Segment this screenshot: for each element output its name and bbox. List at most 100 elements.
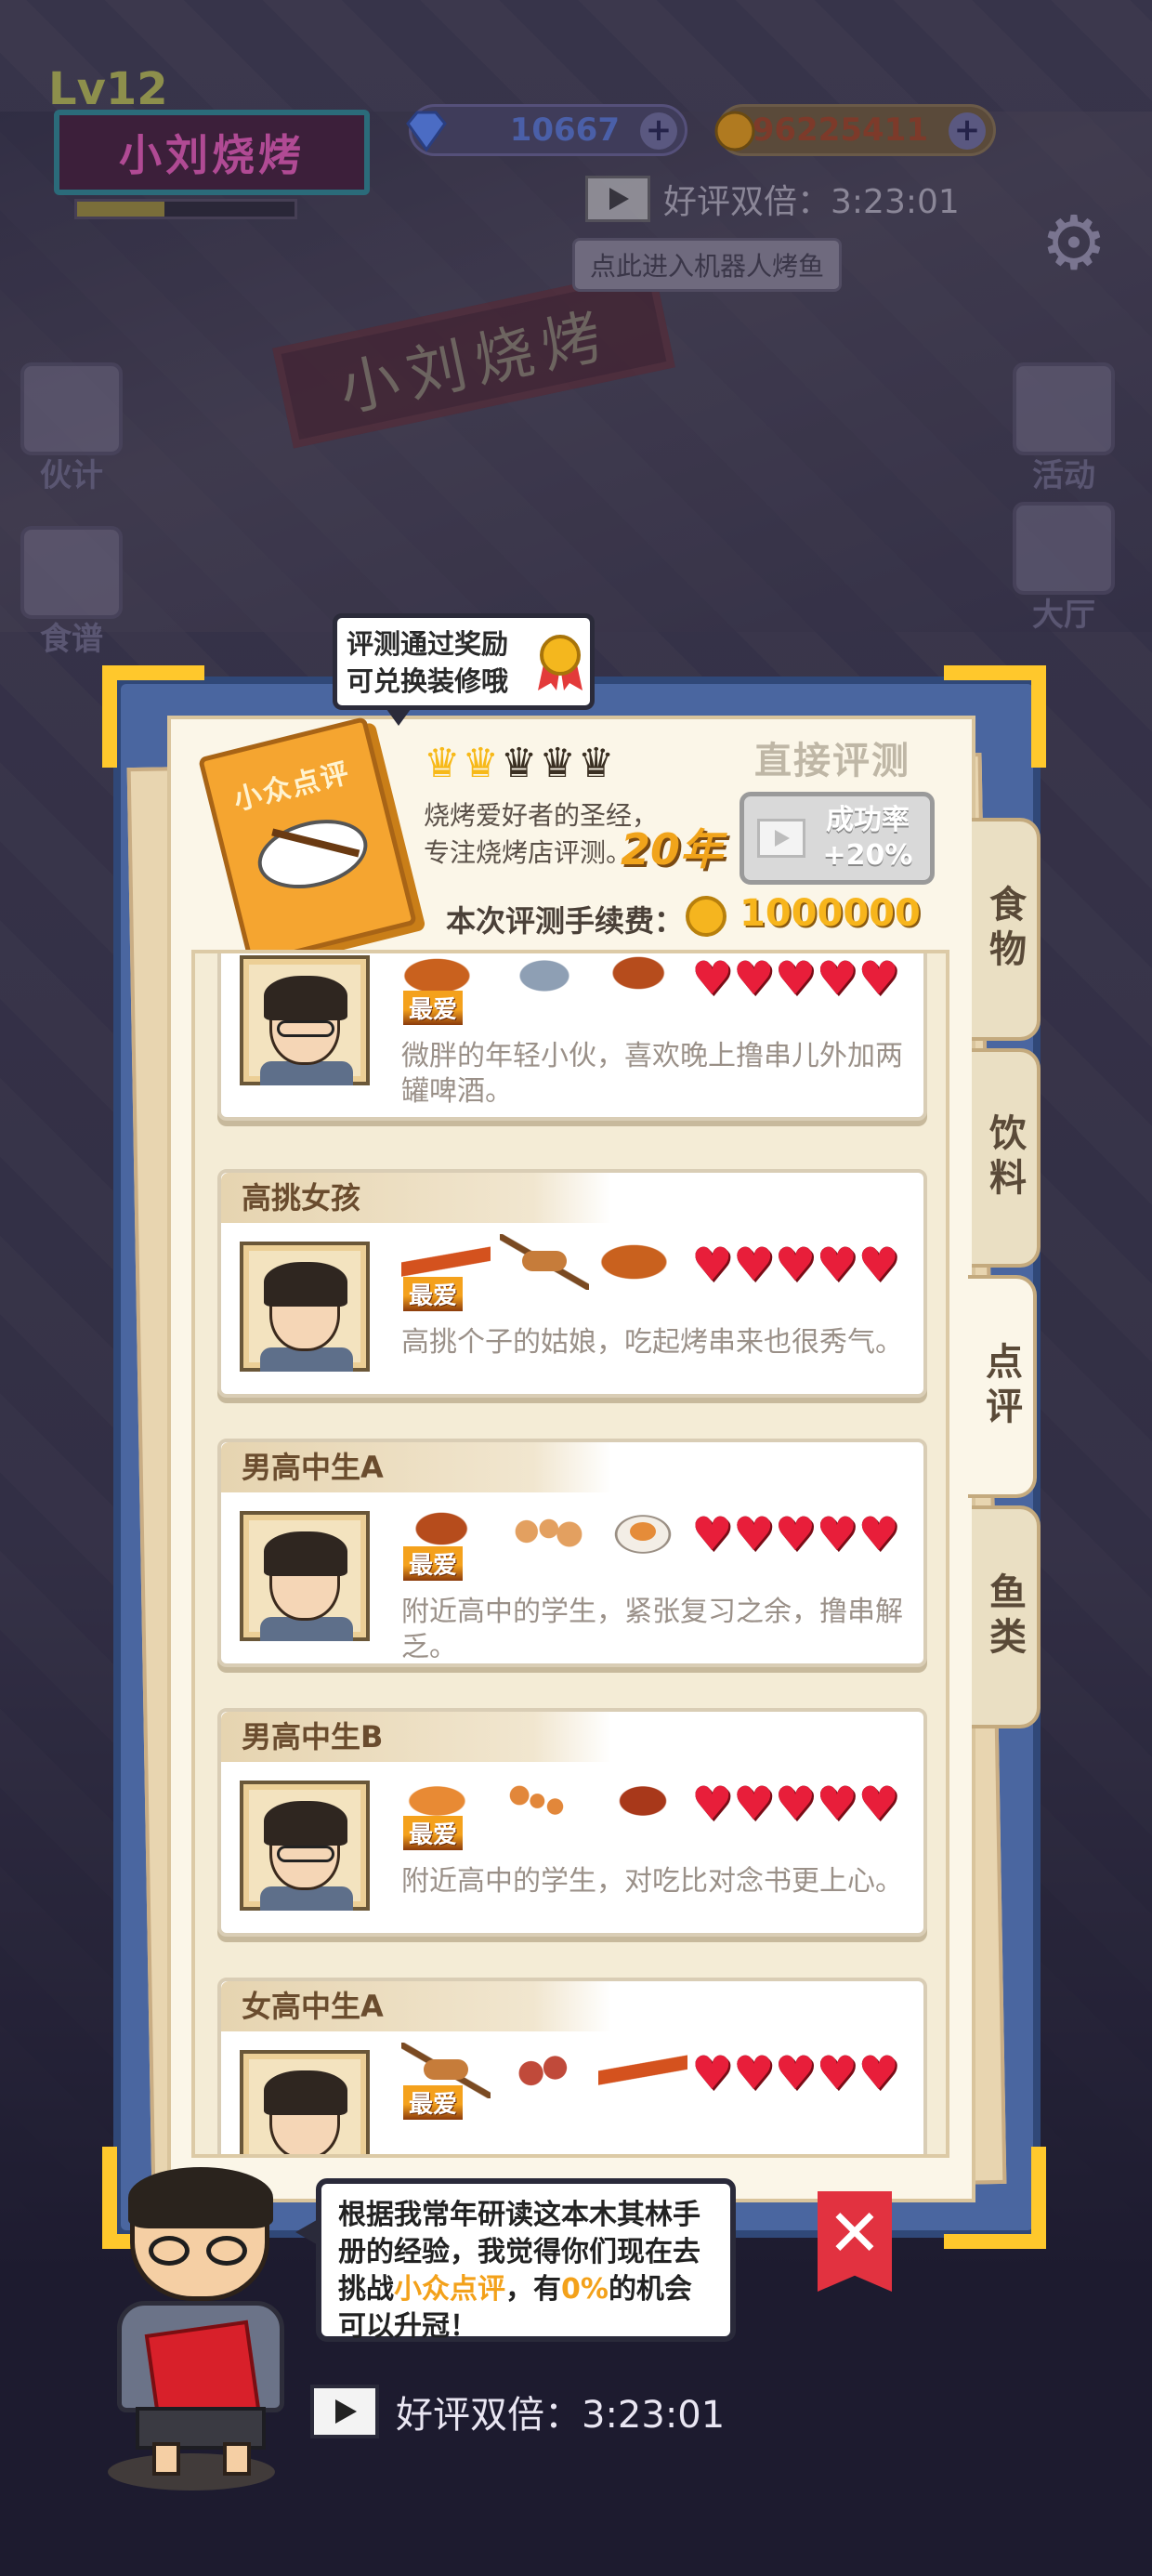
glasses-icon xyxy=(149,2236,190,2266)
hud-ad-label: 好评双倍：3:23:01 xyxy=(663,183,960,221)
heart-icon: ♥ xyxy=(691,1238,733,1292)
critic-avatar xyxy=(240,1781,370,1911)
player-level: Lv12 xyxy=(48,63,168,115)
heart-icon: ♥ xyxy=(857,952,900,1005)
critic-name: 女高中生A xyxy=(221,1981,611,2031)
slices-food-icon xyxy=(500,2043,589,2098)
heart-icon: ♥ xyxy=(691,1507,733,1561)
heart-rating: ♥ ♥ ♥ ♥ ♥ xyxy=(691,2050,899,2096)
heart-icon: ♥ xyxy=(691,1777,733,1831)
coin-icon xyxy=(714,111,755,151)
favorite-tag: 最爱 xyxy=(403,2085,464,2120)
coin-counter[interactable]: 196225411 + xyxy=(714,104,996,156)
plate-food-icon xyxy=(598,1504,687,1559)
heart-icon: ♥ xyxy=(816,2046,858,2100)
critic-name: 男高中生B xyxy=(221,1712,611,1762)
video-play-icon xyxy=(757,819,805,858)
tab-reviews[interactable]: 点评 xyxy=(968,1275,1037,1498)
video-play-icon xyxy=(585,176,650,222)
bottom-ad-label: 好评双倍：3:23:01 xyxy=(396,2394,726,2437)
coin-value: 196225411 xyxy=(730,112,928,149)
success-rate-ad-button[interactable]: 成功率 +20% xyxy=(740,792,935,885)
gem-counter[interactable]: 10667 + xyxy=(406,104,687,156)
critic-list[interactable]: 最爱 ♥ ♥ ♥ ♥ ♥ 微胖的年轻小伙，喜欢晚上撸串儿外加两罐啤酒。 高挑女孩 最爱 ♥ ♥ ♥ ♥ ♥… xyxy=(191,950,949,2158)
critic-avatar xyxy=(240,1511,370,1641)
side-button-hall[interactable]: 大厅 xyxy=(1013,502,1115,635)
side-button-events[interactable]: 活动 xyxy=(1013,362,1115,495)
heart-icon: ♥ xyxy=(857,2046,900,2100)
advisor-leg xyxy=(152,2442,180,2476)
tab-fish[interactable]: 鱼类 xyxy=(972,1505,1041,1728)
crown-icon: ♛ xyxy=(424,740,461,787)
crown-rating: ♛ ♛ ♛ ♛ ♛ xyxy=(424,743,614,784)
glasses-icon xyxy=(206,2236,247,2266)
critic-card[interactable]: 男高中生B 最爱 ♥ ♥ ♥ ♥ ♥ 附近高中的学生，对吃比对念书更上心。 xyxy=(217,1708,927,1937)
highlight-guide-name: 小众点评 xyxy=(394,2273,505,2306)
advisor-hair xyxy=(128,2167,273,2228)
advisor-speech-bubble: 根据我常年研读这本木其林手册的经验，我觉得你们现在去挑战小众点评，有0%的机会可… xyxy=(295,2178,736,2343)
critic-card[interactable]: 男高中生A 最爱 ♥ ♥ ♥ ♥ ♥ 附近高中的学生，紧张复习之余，撸串解乏。 xyxy=(217,1439,927,1667)
favorite-tag: 最爱 xyxy=(403,1546,464,1581)
critic-name: 高挑女孩 xyxy=(221,1173,611,1223)
critic-description: 附近高中的学生，对吃比对念书更上心。 xyxy=(401,1865,903,1898)
tab-drinks[interactable]: 饮料 xyxy=(972,1048,1041,1268)
heart-rating: ♥ ♥ ♥ ♥ ♥ xyxy=(691,955,899,1002)
heart-icon: ♥ xyxy=(857,1507,900,1561)
side-button-recipes[interactable]: 食谱 xyxy=(20,526,123,659)
hud-ad-double-button[interactable]: 好评双倍：3:23:01 xyxy=(585,175,960,223)
guide-years: 20年 xyxy=(621,824,724,874)
avatar-hair xyxy=(264,1801,347,1846)
calendar-icon xyxy=(1013,362,1115,455)
xp-bar xyxy=(74,199,297,219)
advisor-leg xyxy=(223,2442,251,2476)
heart-icon: ♥ xyxy=(816,1777,858,1831)
glasses-icon xyxy=(277,1846,334,1862)
critic-avatar xyxy=(240,2050,370,2154)
close-icon: ✕ xyxy=(827,2195,883,2271)
favorite-tag: 最爱 xyxy=(403,1816,464,1850)
gem-value: 10667 xyxy=(509,112,620,149)
meat-food-icon xyxy=(598,1773,687,1829)
crown-icon: ♛ xyxy=(539,740,576,787)
heart-icon: ♥ xyxy=(691,2046,733,2100)
add-gems-button[interactable]: + xyxy=(640,112,677,150)
advisor-character xyxy=(93,2167,307,2477)
buns-food-icon xyxy=(500,1504,589,1559)
skew-food-icon xyxy=(500,1234,589,1290)
heart-icon: ♥ xyxy=(774,952,817,1005)
robot-fish-tip[interactable]: 点此进入机器人烤鱼 xyxy=(572,238,843,292)
favorite-tag: 最爱 xyxy=(403,991,464,1025)
skewer-icon xyxy=(20,526,123,619)
direct-review-title: 直接评测 xyxy=(754,740,910,782)
success-rate-label: 成功率 +20% xyxy=(822,804,913,872)
avatar-hair xyxy=(264,2070,347,2115)
critic-description: 附近高中的学生，紧张复习之余，撸串解乏。 xyxy=(401,1596,903,1663)
heart-rating: ♥ ♥ ♥ ♥ ♥ xyxy=(691,1781,899,1827)
heart-icon: ♥ xyxy=(691,952,733,1005)
heart-icon: ♥ xyxy=(774,1238,817,1292)
add-coins-button[interactable]: + xyxy=(949,112,986,150)
drum-food-icon xyxy=(598,953,687,1004)
avatar-hair xyxy=(264,1531,347,1576)
crown-icon: ♛ xyxy=(462,740,499,787)
bottom-ad-double-button[interactable]: 好评双倍：3:23:01 xyxy=(310,2385,725,2438)
speech-tail xyxy=(295,2217,321,2247)
critic-card[interactable]: 女高中生A 最爱 ♥ ♥ ♥ ♥ ♥ xyxy=(217,1978,927,2154)
heart-icon: ♥ xyxy=(732,2046,775,2100)
heart-icon: ♥ xyxy=(816,1507,858,1561)
favorite-tag: 最爱 xyxy=(403,1277,464,1311)
sausage-food-icon xyxy=(598,2043,687,2098)
review-fee-value: 1000000 xyxy=(740,892,921,935)
critic-card[interactable]: 高挑女孩 最爱 ♥ ♥ ♥ ♥ ♥ 高挑个子的姑娘，吃起烤串来也很秀气。 xyxy=(217,1169,927,1398)
settings-gear-icon[interactable]: ⚙ xyxy=(1033,203,1115,284)
side-button-staff[interactable]: 伙计 xyxy=(20,362,123,495)
tab-food[interactable]: 食物 xyxy=(972,818,1041,1041)
wing-food-icon xyxy=(598,1234,687,1290)
reward-tooltip: 评测通过奖励 可兑换装修哦 xyxy=(333,613,595,726)
critic-card[interactable]: 最爱 ♥ ♥ ♥ ♥ ♥ 微胖的年轻小伙，喜欢晚上撸串儿外加两罐啤酒。 xyxy=(217,953,927,1121)
critic-description: 高挑个子的姑娘，吃起烤串来也很秀气。 xyxy=(401,1326,903,1359)
glasses-icon xyxy=(277,1020,334,1037)
critic-avatar xyxy=(240,955,370,1085)
critic-description: 微胖的年轻小伙，喜欢晚上撸串儿外加两罐啤酒。 xyxy=(401,1040,903,1108)
critic-name: 男高中生A xyxy=(221,1442,611,1492)
